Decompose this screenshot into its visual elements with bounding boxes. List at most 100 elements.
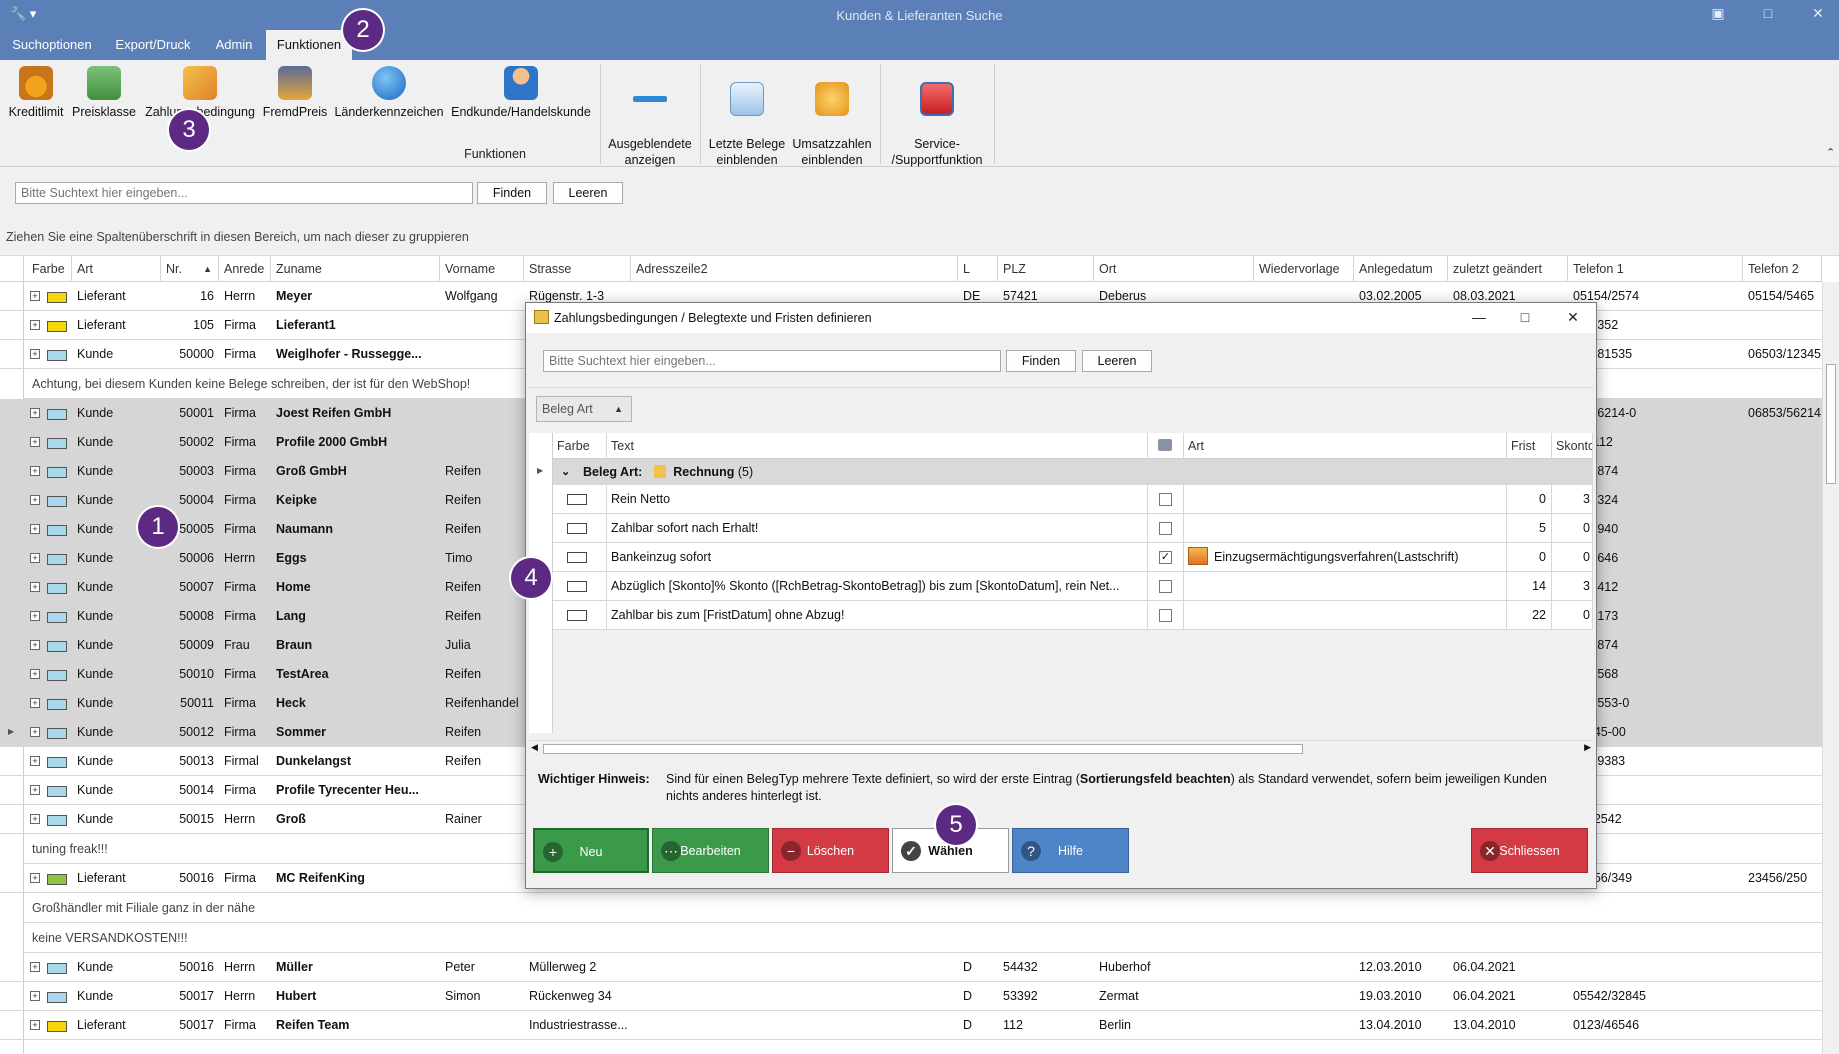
bank-checkbox[interactable] [1159,493,1172,506]
kreditlimit-button[interactable]: Kreditlimit [6,66,66,120]
tab-export-druck[interactable]: Export/Druck [104,30,202,60]
list-item[interactable]: Bankeinzug sofort ✓ Einzugsermächtigungsve… [553,543,1593,572]
service-support-button[interactable]: Service- /Supportfunktion [886,66,988,168]
expand-row-icon[interactable]: + [30,727,40,737]
scrollbar-thumb[interactable] [1826,364,1836,484]
dcol-text[interactable]: Text [607,433,1148,459]
expand-row-icon[interactable]: + [30,698,40,708]
endkunde-handelskunde-button[interactable]: Endkunde/Handelskunde [450,66,592,120]
restore-icon[interactable]: ▣ [1706,5,1730,22]
expand-row-icon[interactable]: + [30,1020,40,1030]
fremdpreis-button[interactable]: FremdPreis [261,66,329,120]
col-strasse[interactable]: Strasse [524,256,631,282]
tab-suchoptionen[interactable]: Suchoptionen [0,30,104,60]
expand-row-icon[interactable]: + [30,962,40,972]
dcol-skonto[interactable]: Skonto [1552,433,1593,459]
col-adresszeile2[interactable]: Adresszeile2 [631,256,958,282]
expand-row-icon[interactable]: + [30,320,40,330]
expand-row-icon[interactable]: + [30,814,40,824]
preisklasse-button[interactable]: Preisklasse [70,66,138,120]
table-row[interactable]: + Kunde 50016 Herrn Müller Peter Müllerweg 2 D 5… [0,953,1822,982]
scroll-left-icon[interactable]: ◀ [531,742,538,753]
dialog-maximize-icon[interactable]: □ [1514,309,1536,325]
col-anrede[interactable]: Anrede [219,256,271,282]
delete-button[interactable]: − Löschen [772,828,889,873]
expand-row-icon[interactable]: + [30,466,40,476]
col-farbe[interactable]: Farbe [24,256,72,282]
tab-funktionen[interactable]: Funktionen [266,30,352,60]
expand-row-icon[interactable]: + [30,291,40,301]
dialog-close-icon[interactable]: ✕ [1562,309,1584,326]
beleg-art-dropdown[interactable]: Beleg Art ▲ [536,396,632,422]
expand-row-icon[interactable]: + [30,640,40,650]
umsatzzahlen-button[interactable]: Umsatzzahlen einblenden [790,66,874,168]
list-item[interactable]: Abzüglich [Skonto]% Skonto ([RchBetrag-S… [553,572,1593,601]
col-wiedervorlage[interactable]: Wiedervorlage [1254,256,1354,282]
new-button[interactable]: + Neu [533,828,649,873]
dialog-clear-button[interactable]: Leeren [1082,350,1152,372]
expand-row-icon[interactable]: + [30,873,40,883]
dialog-find-button[interactable]: Finden [1006,350,1076,372]
letzte-belege-button[interactable]: Letzte Belege einblenden [705,66,789,168]
expand-row-icon[interactable]: + [30,437,40,447]
col-nr[interactable]: Nr. ▲ [161,256,219,282]
bank-checkbox[interactable] [1159,580,1172,593]
scroll-right-icon[interactable]: ▶ [1584,742,1591,753]
expand-row-icon[interactable]: + [30,991,40,1001]
zahlungsbedingung-button[interactable]: Zahlungsbedingung [143,66,257,120]
dialog-minimize-icon[interactable]: — [1468,309,1490,325]
expand-row-icon[interactable]: + [30,553,40,563]
close-icon[interactable]: ✕ [1806,5,1830,22]
dcol-farbe[interactable]: Farbe [553,433,607,459]
dcol-frist[interactable]: Frist [1507,433,1552,459]
maximize-icon[interactable]: □ [1756,5,1780,21]
laenderkennzeichen-button[interactable]: Länderkennzeichen [333,66,445,120]
collapse-ribbon-icon[interactable]: ⌃ [1826,146,1835,159]
list-item[interactable]: Zahlbar bis zum [FristDatum] ohne Abzug!… [553,601,1593,630]
expand-row-icon[interactable]: + [30,785,40,795]
dcol-art[interactable]: Art [1184,433,1507,459]
dialog-search-input[interactable] [543,350,1001,372]
list-item[interactable]: Zahlbar sofort nach Erhalt! 5 0 [553,514,1593,543]
vertical-scrollbar[interactable] [1822,282,1839,1054]
bank-checkbox[interactable] [1159,609,1172,622]
chevron-down-icon[interactable]: ⌄ [561,459,570,485]
col-plz[interactable]: PLZ [998,256,1094,282]
table-row[interactable]: + Kunde 50017 Herrn Hubert Simon Rückenweg 34 D… [0,982,1822,1011]
ausgeblendete-anzeigen-button[interactable]: Ausgeblendete anzeigen [605,66,695,168]
bank-checkbox[interactable]: ✓ [1159,551,1172,564]
expand-row-icon[interactable]: + [30,611,40,621]
col-anlegedatum[interactable]: Anlegedatum [1354,256,1448,282]
search-input[interactable] [15,182,473,204]
table-row[interactable]: + Lieferant 50017 Firma Reifen Team Industrie… [0,1011,1822,1040]
list-item[interactable]: Rein Netto 0 3 [553,485,1593,514]
col-vorname[interactable]: Vorname [440,256,524,282]
expand-row-icon[interactable]: + [30,756,40,766]
hscroll-thumb[interactable] [543,744,1303,754]
clear-button[interactable]: Leeren [553,182,623,204]
bank-checkbox[interactable] [1159,522,1172,535]
col-telefon2[interactable]: Telefon 2 [1743,256,1822,282]
col-art[interactable]: Art [72,256,161,282]
expand-row-icon[interactable]: + [30,524,40,534]
col-ort[interactable]: Ort [1094,256,1254,282]
col-zuletzt-geaendert[interactable]: zuletzt geändert [1448,256,1568,282]
find-button[interactable]: Finden [477,182,547,204]
close-button[interactable]: ✕ Schliessen [1471,828,1588,873]
dialog-horizontal-scrollbar[interactable]: ◀ ▶ [529,740,1593,756]
cell-nr: 50012 [179,725,214,739]
expand-row-icon[interactable]: + [30,349,40,359]
col-telefon1[interactable]: Telefon 1 [1568,256,1743,282]
group-row-rechnung[interactable]: ⌄ Beleg Art: Rechnung (5) [553,459,1593,485]
expand-row-icon[interactable]: + [30,408,40,418]
expand-row-icon[interactable]: + [30,495,40,505]
col-zuname[interactable]: Zuname [271,256,440,282]
dcol-bank[interactable] [1148,433,1184,459]
cell-l: D [963,989,973,1003]
edit-button[interactable]: ⋯ Bearbeiten [652,828,769,873]
expand-row-icon[interactable]: + [30,582,40,592]
help-button[interactable]: ? Hilfe [1012,828,1129,873]
tab-admin[interactable]: Admin [202,30,266,60]
expand-row-icon[interactable]: + [30,669,40,679]
col-land[interactable]: L [958,256,998,282]
